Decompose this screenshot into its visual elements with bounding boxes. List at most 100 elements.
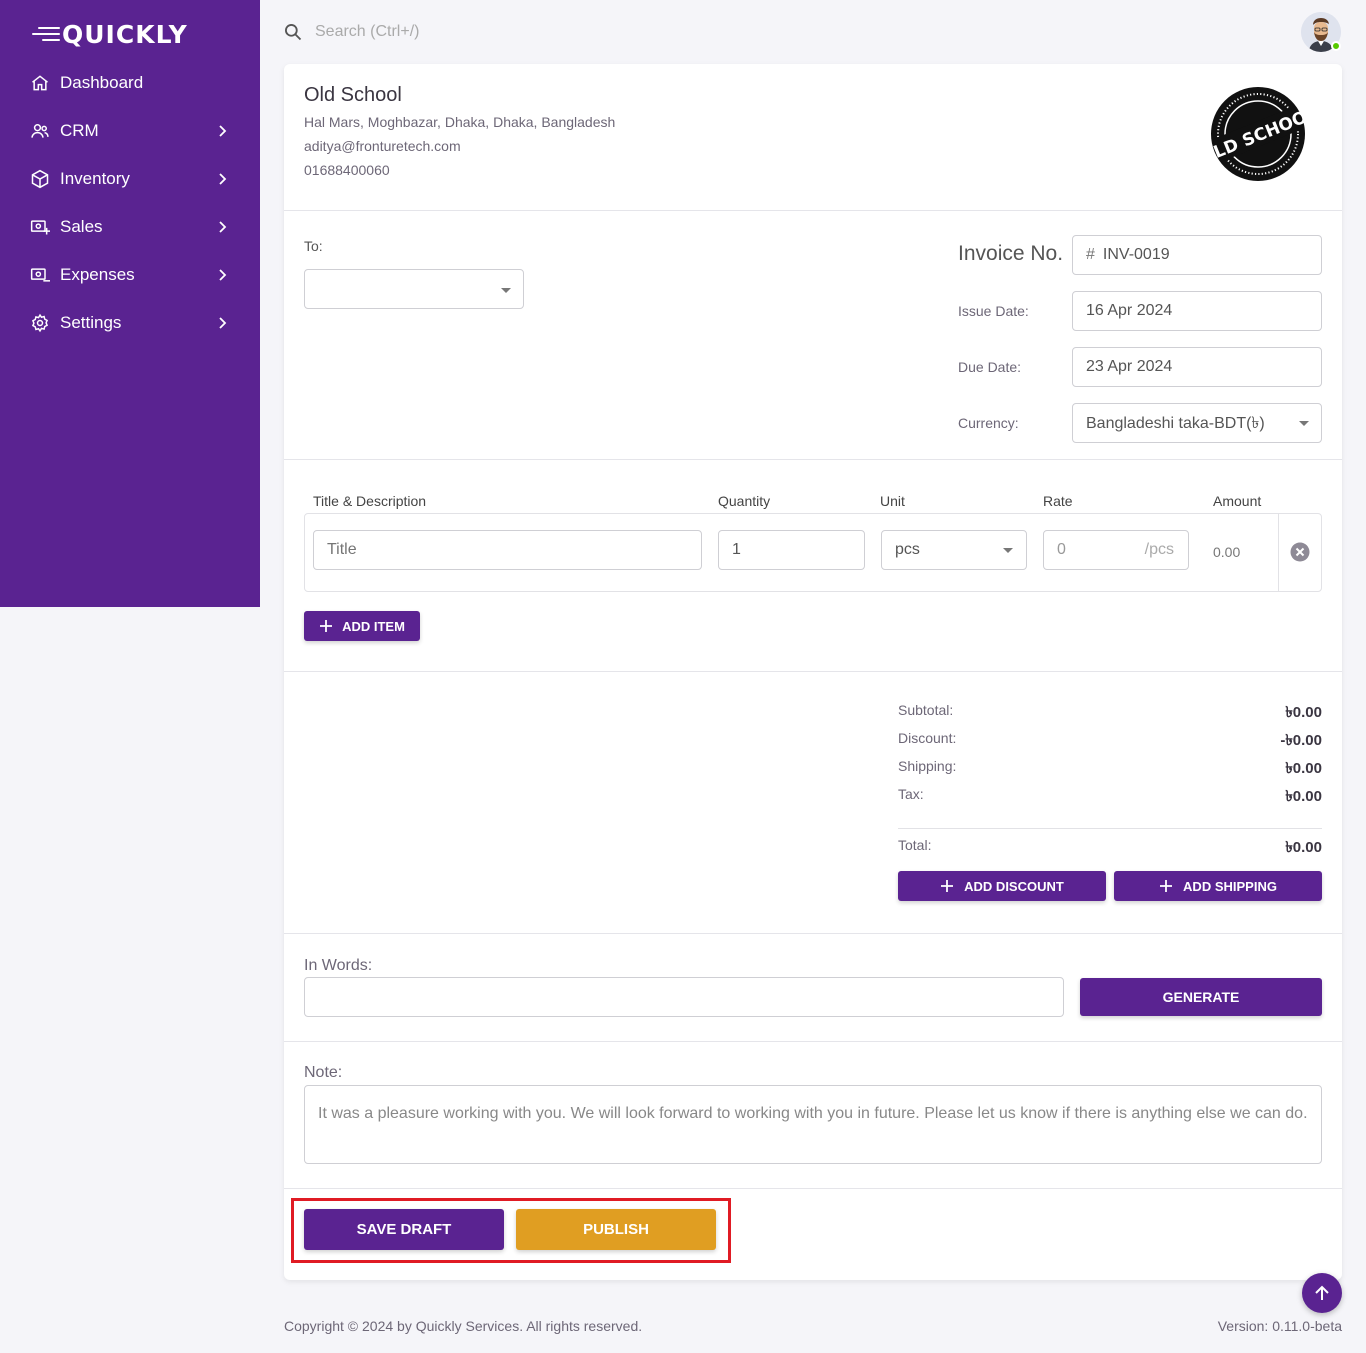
add-shipping-label: ADD SHIPPING: [1183, 878, 1277, 894]
add-shipping-button[interactable]: ADD SHIPPING: [1114, 871, 1322, 901]
item-quantity-input[interactable]: 1: [718, 530, 865, 570]
users-icon: [30, 121, 50, 141]
invoice-card: Old School Hal Mars, Moghbazar, Dhaka, D…: [284, 64, 1342, 1280]
chevron-right-icon: [219, 125, 227, 137]
in-words-input[interactable]: [304, 977, 1064, 1017]
sidebar-nav: Dashboard CRM Inventory Sales Expenses S…: [0, 59, 260, 347]
note-label: Note:: [304, 1064, 343, 1081]
remove-item-icon[interactable]: [1290, 542, 1310, 562]
hash-prefix: #: [1086, 246, 1095, 263]
sidebar-item-label: CRM: [60, 121, 99, 140]
item-rate-input[interactable]: 0 /pcs: [1043, 530, 1189, 570]
discount-value: -৳0.00: [1280, 732, 1322, 749]
sidebar-item-inventory[interactable]: Inventory: [0, 155, 260, 203]
item-unit-value: pcs: [895, 541, 920, 558]
note-textarea[interactable]: It was a pleasure working with you. We w…: [304, 1085, 1322, 1164]
footer-version: Version: 0.11.0-beta: [1217, 1318, 1342, 1334]
currency-label: Currency:: [958, 415, 1019, 431]
sidebar-item-expenses[interactable]: Expenses: [0, 251, 260, 299]
total-value: ৳0.00: [1285, 839, 1322, 856]
brand-logo[interactable]: QUICKLY: [32, 19, 188, 49]
box-icon: [30, 169, 50, 189]
item-rate-suffix: /pcs: [1144, 541, 1174, 558]
divider: [284, 459, 1342, 460]
column-header-title: Title & Description: [313, 493, 427, 509]
sidebar-item-sales[interactable]: Sales: [0, 203, 260, 251]
sidebar-item-settings[interactable]: Settings: [0, 299, 260, 347]
column-header-rate: Rate: [1043, 493, 1073, 509]
total-label: Total:: [898, 837, 932, 853]
add-discount-label: ADD DISCOUNT: [964, 878, 1064, 894]
company-phone: 01688400060: [304, 162, 390, 178]
tax-value: ৳0.00: [1285, 788, 1322, 805]
divider: [284, 1041, 1342, 1042]
subtotal-value: ৳0.00: [1285, 704, 1322, 721]
tax-label: Tax:: [898, 786, 924, 802]
scroll-to-top-button[interactable]: [1302, 1273, 1342, 1313]
search-input[interactable]: [315, 20, 715, 44]
chevron-right-icon: [219, 173, 227, 185]
item-quantity-value: 1: [732, 541, 741, 558]
gear-icon: [30, 313, 50, 333]
chevron-right-icon: [219, 269, 227, 281]
divider: [284, 210, 1342, 211]
currency-value: Bangladeshi taka-BDT(৳): [1086, 414, 1265, 432]
cash-minus-icon: [30, 265, 50, 285]
divider: [1278, 514, 1279, 591]
due-date-label: Due Date:: [958, 359, 1022, 375]
plus-icon: [941, 880, 954, 892]
plus-icon: [320, 620, 333, 632]
search-icon[interactable]: [283, 22, 303, 42]
issue-date-field[interactable]: 16 Apr 2024: [1072, 291, 1322, 331]
logo-text: QUICKLY: [62, 19, 188, 49]
divider: [284, 933, 1342, 934]
item-unit-select[interactable]: pcs: [881, 530, 1027, 570]
invoice-number-field[interactable]: # INV-0019: [1072, 235, 1322, 275]
add-item-button[interactable]: ADD ITEM: [304, 611, 420, 641]
topbar: [260, 0, 1366, 64]
item-rate-value: 0: [1057, 541, 1066, 558]
column-header-amount: Amount: [1213, 493, 1262, 509]
home-icon: [30, 73, 50, 93]
sidebar-item-dashboard[interactable]: Dashboard: [0, 59, 260, 107]
issue-date-label: Issue Date:: [958, 303, 1029, 319]
footer-copyright: Copyright © 2024 by Quickly Services. Al…: [284, 1318, 643, 1334]
generate-label: GENERATE: [1162, 989, 1240, 1005]
due-date-field[interactable]: 23 Apr 2024: [1072, 347, 1322, 387]
due-date-value: 23 Apr 2024: [1086, 358, 1173, 375]
discount-label: Discount:: [898, 730, 957, 746]
sidebar-item-label: Expenses: [60, 265, 135, 284]
online-status-badge: [1331, 41, 1341, 51]
currency-select[interactable]: Bangladeshi taka-BDT(৳): [1072, 403, 1322, 443]
item-amount: 0.00: [1213, 544, 1241, 560]
in-words-label: In Words:: [304, 957, 373, 974]
add-item-label: ADD ITEM: [342, 618, 405, 634]
chevron-right-icon: [219, 317, 227, 329]
add-discount-button[interactable]: ADD DISCOUNT: [898, 871, 1106, 901]
item-title-input[interactable]: [313, 530, 702, 570]
column-header-quantity: Quantity: [718, 493, 771, 509]
caret-down-icon: [1003, 548, 1013, 553]
shipping-label: Shipping:: [898, 758, 957, 774]
company-address: Hal Mars, Moghbazar, Dhaka, Dhaka, Bangl…: [304, 114, 616, 130]
sidebar: QUICKLY Dashboard CRM Inventory Sales Ex…: [0, 0, 260, 607]
sidebar-item-crm[interactable]: CRM: [0, 107, 260, 155]
company-email: aditya@fronturetech.com: [304, 138, 461, 154]
company-name: Old School: [304, 84, 402, 106]
divider: [898, 828, 1322, 829]
generate-button[interactable]: GENERATE: [1080, 978, 1322, 1016]
to-label: To:: [304, 238, 323, 254]
sidebar-item-label: Sales: [60, 217, 103, 236]
logo-speed-lines-icon: [32, 24, 60, 44]
table-row: 1 pcs 0 /pcs 0.00: [304, 513, 1322, 592]
chevron-right-icon: [219, 221, 227, 233]
action-buttons-highlight: [291, 1198, 731, 1263]
divider: [284, 1188, 1342, 1189]
invoice-number-value: INV-0019: [1102, 246, 1170, 263]
column-header-unit: Unit: [880, 493, 905, 509]
shipping-value: ৳0.00: [1285, 760, 1322, 777]
cash-plus-icon: [30, 217, 50, 237]
sidebar-item-label: Settings: [60, 313, 122, 332]
client-select[interactable]: [304, 269, 524, 309]
issue-date-value: 16 Apr 2024: [1086, 302, 1173, 319]
